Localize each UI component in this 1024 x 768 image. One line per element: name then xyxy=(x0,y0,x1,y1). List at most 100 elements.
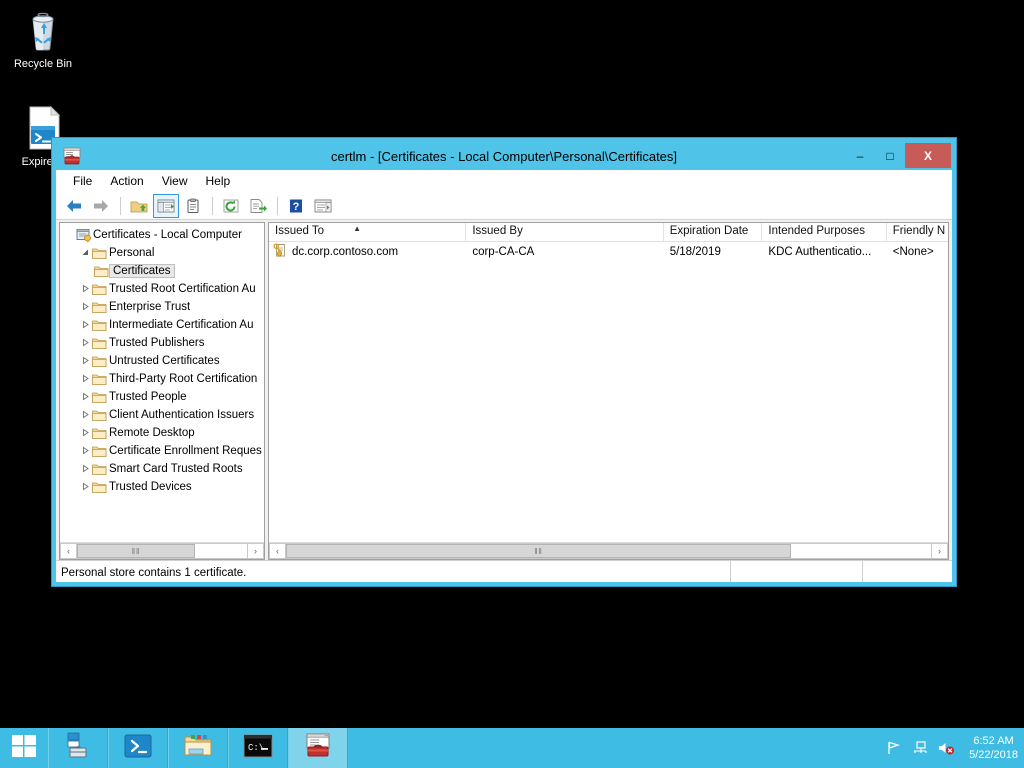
tree-item-remote-desktop[interactable]: Remote Desktop xyxy=(60,424,264,442)
windows-logo-icon xyxy=(11,733,37,764)
system-tray: 6:52 AM 5/22/2018 xyxy=(885,728,1024,768)
tree-item-label: Trusted Devices xyxy=(109,481,192,493)
scroll-right-button[interactable]: › xyxy=(247,543,264,559)
expander-collapsed-icon[interactable] xyxy=(78,392,92,403)
cell-text: dc.corp.contoso.com xyxy=(292,246,398,258)
tree-item-personal[interactable]: Personal xyxy=(60,244,264,262)
desktop-icon-recycle-bin[interactable]: Recycle Bin xyxy=(4,6,82,71)
expander-collapsed-icon[interactable] xyxy=(78,410,92,421)
table-row[interactable]: dc.corp.contoso.com corp-CA-CA 5/18/2019… xyxy=(269,242,948,261)
expander-collapsed-icon[interactable] xyxy=(78,428,92,439)
action-center-flag-icon[interactable] xyxy=(885,739,903,757)
scroll-track[interactable]: ‖‖ xyxy=(77,543,247,559)
expander-expanded-icon[interactable] xyxy=(78,248,92,259)
menu-item-action[interactable]: Action xyxy=(101,172,152,190)
certificate-list-body: dc.corp.contoso.com corp-CA-CA 5/18/2019… xyxy=(269,242,948,542)
tree-item-certificates-local-computer[interactable]: Certificates - Local Computer xyxy=(60,226,264,244)
expander-collapsed-icon[interactable] xyxy=(78,338,92,349)
column-header-friendly-name[interactable]: Friendly N xyxy=(887,223,948,242)
status-panel-2 xyxy=(731,561,863,582)
window-controls: – □ X xyxy=(845,143,951,168)
scroll-right-button[interactable]: › xyxy=(931,543,948,559)
scroll-track[interactable]: ‖‖ xyxy=(286,543,931,559)
expander-collapsed-icon[interactable] xyxy=(78,464,92,475)
tree-item-label: Personal xyxy=(109,247,154,259)
minimize-button[interactable]: – xyxy=(845,143,875,168)
network-icon[interactable] xyxy=(911,739,929,757)
tree-item-label: Certificates - Local Computer xyxy=(93,229,242,241)
tree-item-label: Trusted Root Certification Au xyxy=(109,283,256,295)
folder-icon xyxy=(92,463,109,476)
scroll-thumb[interactable]: ‖‖ xyxy=(77,544,195,558)
folder-icon xyxy=(92,373,109,386)
list-column-headers: Issued To ▲ Issued By Expiration Date In… xyxy=(269,223,948,242)
tree-item-third-party-root-certification-authorities[interactable]: Third-Party Root Certification xyxy=(60,370,264,388)
tree-item-intermediate-certification-authorities[interactable]: Intermediate Certification Au xyxy=(60,316,264,334)
command-prompt-icon: C:\ xyxy=(243,734,273,763)
tree-item-label: Trusted People xyxy=(109,391,187,403)
taskbar-item-command-prompt[interactable]: C:\ xyxy=(228,728,288,768)
menu-item-view[interactable]: View xyxy=(153,172,197,190)
close-button[interactable]: X xyxy=(905,143,951,168)
expander-collapsed-icon[interactable] xyxy=(78,356,92,367)
desktop: Recycle Bin ExpireTe xyxy=(0,0,1024,728)
scroll-thumb[interactable]: ‖‖ xyxy=(286,544,791,558)
start-button[interactable] xyxy=(0,728,48,768)
tree-item-smart-card-trusted-roots[interactable]: Smart Card Trusted Roots xyxy=(60,460,264,478)
expander-collapsed-icon[interactable] xyxy=(78,320,92,331)
volume-muted-icon[interactable] xyxy=(937,739,955,757)
expander-collapsed-icon[interactable] xyxy=(78,302,92,313)
cell-intended-purposes: KDC Authenticatio... xyxy=(762,246,886,258)
refresh-button[interactable] xyxy=(218,194,244,218)
expander-collapsed-icon[interactable] xyxy=(78,446,92,457)
status-panel-3 xyxy=(863,561,952,582)
properties-button[interactable] xyxy=(180,194,206,218)
tree-item-trusted-root-certification-authorities[interactable]: Trusted Root Certification Au xyxy=(60,280,264,298)
tree-item-certificate-enrollment-requests[interactable]: Certificate Enrollment Reques xyxy=(60,442,264,460)
expander-collapsed-icon[interactable] xyxy=(78,374,92,385)
show-hide-console-tree-button[interactable] xyxy=(153,194,179,218)
column-header-intended-purposes[interactable]: Intended Purposes xyxy=(762,223,886,242)
list-horizontal-scrollbar[interactable]: ‹ ‖‖ › xyxy=(269,542,948,559)
tree-item-enterprise-trust[interactable]: Enterprise Trust xyxy=(60,298,264,316)
export-list-button[interactable] xyxy=(245,194,271,218)
forward-button[interactable] xyxy=(88,194,114,218)
tree-item-trusted-people[interactable]: Trusted People xyxy=(60,388,264,406)
scroll-left-button[interactable]: ‹ xyxy=(60,543,77,559)
tree-item-trusted-devices[interactable]: Trusted Devices xyxy=(60,478,264,496)
up-one-level-button[interactable] xyxy=(126,194,152,218)
show-action-pane-button[interactable] xyxy=(310,194,336,218)
status-bar: Personal store contains 1 certificate. xyxy=(56,560,952,582)
tree-item-untrusted-certificates[interactable]: Untrusted Certificates xyxy=(60,352,264,370)
help-button[interactable]: ? xyxy=(283,194,309,218)
tree-item-certificates[interactable]: Certificates xyxy=(60,262,264,280)
tree-item-client-authentication-issuers[interactable]: Client Authentication Issuers xyxy=(60,406,264,424)
expander-collapsed-icon[interactable] xyxy=(78,482,92,493)
maximize-button[interactable]: □ xyxy=(875,143,905,168)
tree-item-trusted-publishers[interactable]: Trusted Publishers xyxy=(60,334,264,352)
toolbar-separator xyxy=(277,197,278,215)
column-header-issued-by[interactable]: Issued By xyxy=(466,223,663,242)
folder-icon xyxy=(92,319,109,332)
cell-issued-to[interactable]: dc.corp.contoso.com xyxy=(269,243,466,261)
tree-item-label: Untrusted Certificates xyxy=(109,355,220,367)
menu-item-file[interactable]: File xyxy=(64,172,101,190)
toolbar-separator xyxy=(212,197,213,215)
column-header-issued-to[interactable]: Issued To ▲ xyxy=(269,223,466,242)
folder-icon xyxy=(92,391,109,404)
tree-horizontal-scrollbar[interactable]: ‹ ‖‖ › xyxy=(60,542,264,559)
scroll-left-button[interactable]: ‹ xyxy=(269,543,286,559)
taskbar-item-powershell[interactable] xyxy=(108,728,168,768)
powershell-icon xyxy=(123,733,153,764)
taskbar-item-file-explorer[interactable] xyxy=(168,728,228,768)
menu-item-help[interactable]: Help xyxy=(197,172,240,190)
expander-collapsed-icon[interactable] xyxy=(78,284,92,295)
back-button[interactable] xyxy=(61,194,87,218)
certlm-toolbox-icon xyxy=(62,146,82,166)
column-header-expiration-date[interactable]: Expiration Date xyxy=(664,223,763,242)
taskbar-item-server-manager[interactable] xyxy=(48,728,108,768)
clock[interactable]: 6:52 AM 5/22/2018 xyxy=(963,734,1018,762)
taskbar-item-certlm[interactable] xyxy=(288,728,348,768)
window-titlebar[interactable]: certlm - [Certificates - Local Computer\… xyxy=(56,142,952,170)
folder-icon xyxy=(92,409,109,422)
